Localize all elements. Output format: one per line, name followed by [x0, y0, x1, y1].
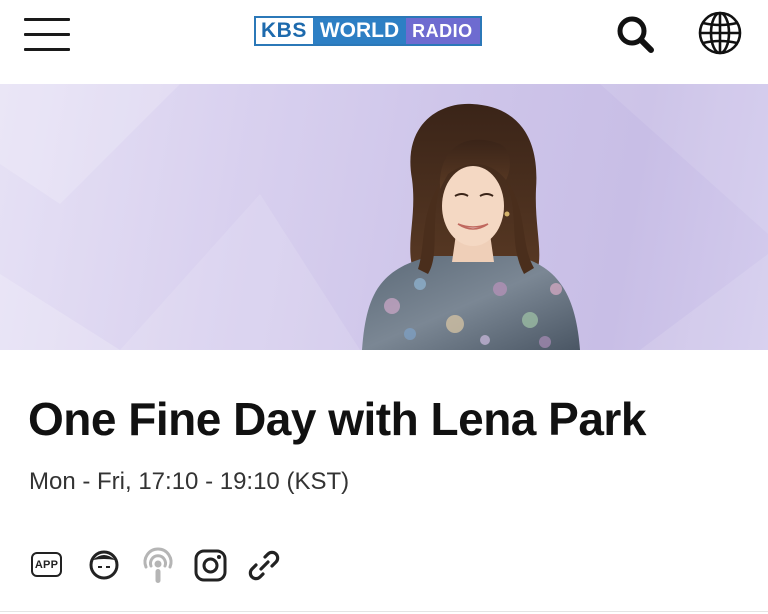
logo-world-text: WORLD [312, 18, 407, 44]
program-schedule: Mon - Fri, 17:10 - 19:10 (KST) [29, 468, 350, 495]
globe-icon[interactable] [696, 10, 744, 56]
search-icon[interactable] [612, 12, 660, 56]
link-icon[interactable] [244, 545, 284, 585]
program-title: One Fine Day with Lena Park [28, 393, 646, 445]
podcast-icon[interactable] [138, 545, 178, 585]
app-icon[interactable]: APP [28, 545, 68, 585]
bottom-divider [0, 611, 768, 612]
program-host-portrait [0, 84, 768, 350]
logo-radio-text: RADIO [406, 18, 480, 44]
kbs-world-radio-logo[interactable]: KBS WORLD RADIO [254, 16, 482, 46]
top-header: KBS WORLD RADIO [0, 0, 768, 84]
app-badge-label: APP [31, 552, 62, 577]
kakao-icon[interactable] [85, 545, 125, 585]
hamburger-menu-icon[interactable] [24, 18, 70, 52]
instagram-icon[interactable] [191, 545, 231, 585]
logo-kbs-text: KBS [256, 18, 313, 44]
program-hero-banner [0, 84, 768, 350]
